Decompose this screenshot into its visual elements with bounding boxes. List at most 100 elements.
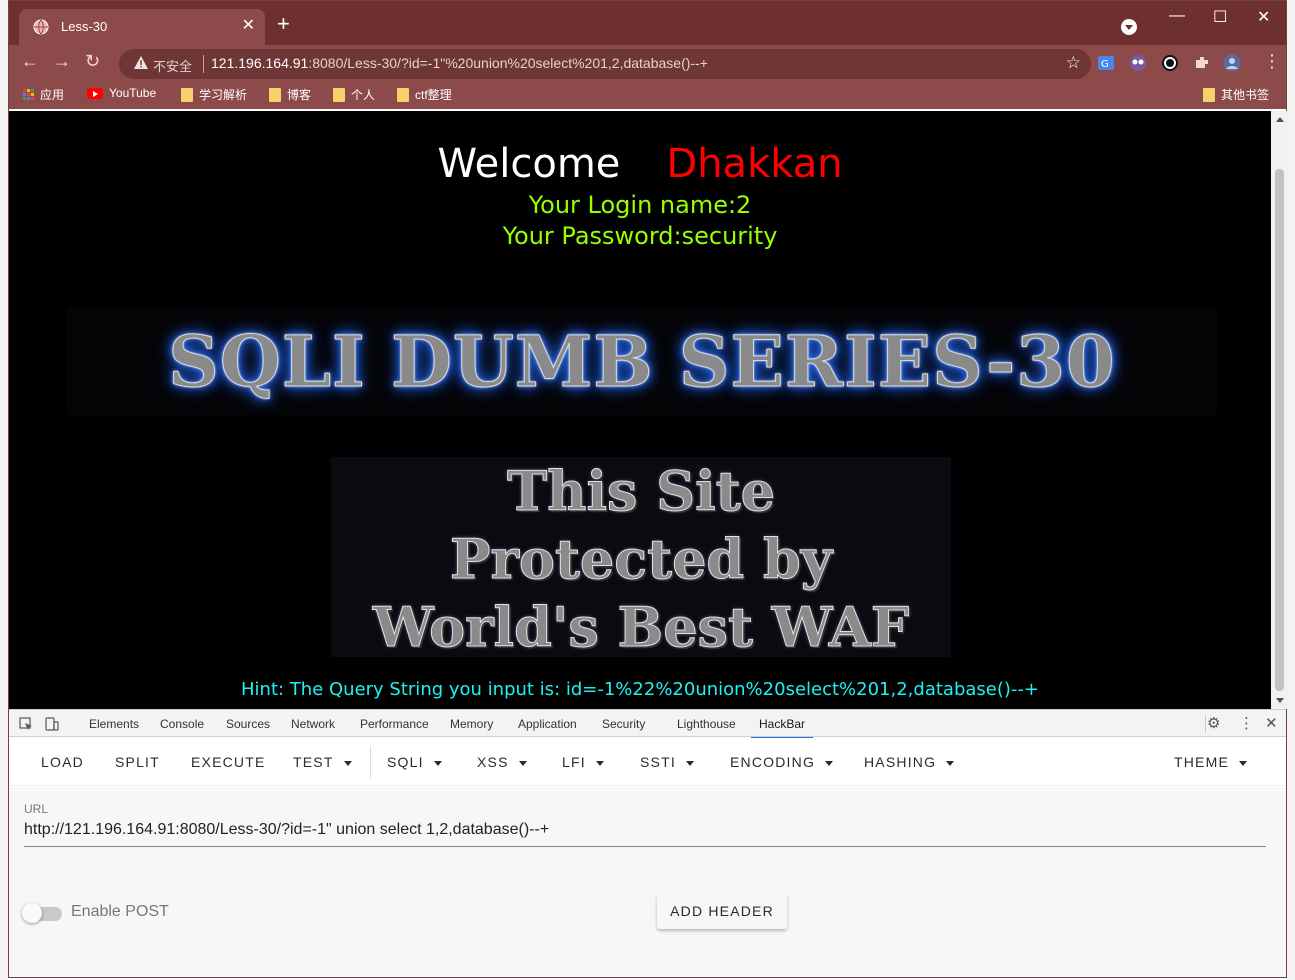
devtools-tabbar: Elements Console Sources Network Perform… [9, 709, 1286, 739]
caret-down-icon [518, 760, 527, 766]
url-input[interactable]: http://121.196.164.91:8080/Less-30/?id=-… [24, 821, 549, 839]
load-button[interactable]: LOAD [41, 754, 84, 770]
plus-icon[interactable]: + [277, 13, 290, 35]
bookmark-folder-1[interactable]: 学习解析 [181, 86, 247, 103]
bookmark-apps[interactable]: 应用 [23, 86, 64, 103]
xss-label: XSS [477, 754, 509, 770]
split-button[interactable]: SPLIT [115, 754, 160, 770]
divider [370, 746, 371, 778]
close-icon[interactable]: ✕ [242, 15, 255, 35]
star-icon[interactable]: ☆ [1066, 53, 1081, 73]
add-header-button[interactable]: ADD HEADER [657, 893, 787, 929]
more-options-icon[interactable]: ⋮ [1239, 714, 1254, 732]
minimize-icon[interactable]: — [1169, 7, 1185, 25]
divider [1205, 715, 1206, 733]
page-scrollbar[interactable] [1271, 111, 1288, 709]
login-name-text: Your Login name:2 [528, 191, 752, 219]
hashing-label: HASHING [864, 754, 937, 770]
lfi-menu-button[interactable]: LFI [562, 754, 604, 770]
insecure-label: 不安全 [153, 59, 193, 74]
waf-line-1: This Site [507, 459, 776, 524]
devtools-tab-lighthouse[interactable]: Lighthouse [677, 717, 736, 731]
avatar-icon[interactable] [1223, 54, 1241, 72]
devtools-tab-performance[interactable]: Performance [360, 717, 429, 731]
svg-text:G: G [1101, 59, 1109, 70]
caret-down-icon [685, 760, 694, 766]
theme-menu-button[interactable]: THEME [1174, 754, 1247, 770]
bookmark-folder-label: 个人 [351, 88, 376, 102]
welcome-heading: Welcome Dhakkan [9, 141, 1271, 187]
caret-down-icon [595, 760, 604, 766]
series-banner-image: SQLI DUMB SERIES-30 [67, 307, 1217, 415]
waf-image: This Site Protected by World's Best WAF [331, 457, 951, 660]
bookmark-other[interactable]: 其他书签 [1203, 86, 1269, 103]
ssti-menu-button[interactable]: SSTI [640, 754, 694, 770]
scroll-down-icon[interactable] [1276, 698, 1284, 703]
close-window-icon[interactable]: ✕ [1257, 7, 1270, 27]
url-path: :8080/Less-30/?id=-1"%20union%20select%2… [308, 55, 708, 71]
globe-icon [33, 19, 49, 35]
hackbar-panel: URL http://121.196.164.91:8080/Less-30/?… [9, 787, 1286, 977]
devtools-tab-hackbar[interactable]: HackBar [750, 717, 814, 739]
bookmark-folder-label: 博客 [287, 88, 312, 102]
device-icon[interactable] [45, 717, 59, 731]
url-host: 121.196.164.91 [211, 55, 309, 71]
bookmark-folder-label: 学习解析 [199, 88, 248, 102]
divider [203, 55, 204, 73]
waf-line-2: Protected by [449, 527, 833, 592]
folder-icon [181, 87, 193, 102]
maximize-icon[interactable]: ☐ [1213, 7, 1227, 27]
forward-icon[interactable]: → [53, 51, 71, 72]
circle-extension-icon[interactable] [1161, 54, 1179, 72]
tab-title: Less-30 [61, 19, 108, 34]
bookmark-folder-2[interactable]: 博客 [269, 86, 311, 103]
bookmark-folder-4[interactable]: ctf整理 [397, 86, 452, 103]
close-devtools-icon[interactable]: ✕ [1265, 714, 1278, 732]
reload-icon[interactable]: ↻ [85, 51, 100, 72]
execute-button[interactable]: EXECUTE [191, 754, 266, 770]
caret-down-icon [433, 760, 442, 766]
devtools-tab-elements[interactable]: Elements [89, 717, 139, 731]
menu-dots-icon[interactable]: ⋮ [1263, 51, 1281, 72]
hashing-menu-button[interactable]: HASHING [864, 754, 955, 770]
translate-icon[interactable]: G [1097, 54, 1115, 72]
devtools-tab-application[interactable]: Application [518, 717, 577, 731]
background-window-edge [0, 0, 8, 980]
browser-toolbar: ← → ↻ 不安全 121.196.164.91:8080/Less-30/?i… [9, 45, 1286, 81]
browser-tab[interactable]: Less-30 ✕ [19, 9, 265, 45]
sqli-menu-button[interactable]: SQLI [387, 754, 442, 770]
devtools-tab-network[interactable]: Network [291, 717, 335, 731]
url-text[interactable]: 121.196.164.91:8080/Less-30/?id=-1"%20un… [211, 55, 708, 71]
warning-icon [134, 56, 148, 69]
folder-icon [269, 87, 281, 102]
folder-icon [333, 87, 345, 102]
scroll-thumb[interactable] [1275, 169, 1284, 691]
bookmark-youtube[interactable]: YouTube [87, 86, 156, 100]
bookmark-youtube-label: YouTube [109, 86, 157, 100]
gear-icon[interactable]: ⚙ [1207, 714, 1220, 732]
encoding-menu-button[interactable]: ENCODING [730, 754, 834, 770]
bookmark-folder-3[interactable]: 个人 [333, 86, 375, 103]
bookmark-other-label: 其他书签 [1221, 88, 1270, 102]
scroll-up-icon[interactable] [1276, 117, 1284, 122]
devtools-tab-sources[interactable]: Sources [226, 717, 270, 731]
lfi-label: LFI [562, 754, 586, 770]
title-bar: Less-30 ✕ + — ☐ ✕ [9, 1, 1286, 45]
xss-menu-button[interactable]: XSS [477, 754, 527, 770]
address-bar[interactable]: 不安全 121.196.164.91:8080/Less-30/?id=-1"%… [119, 49, 1091, 79]
apps-grid-icon [23, 89, 34, 100]
page-viewport: Welcome Dhakkan Your Login name:2 Your Pa… [9, 111, 1271, 709]
devtools-tab-console[interactable]: Console [160, 717, 204, 731]
tab-search-icon[interactable] [1121, 19, 1137, 35]
hackbar-menu: LOAD SPLIT EXECUTE TEST SQLI XSS LFI SST… [9, 738, 1286, 786]
devtools-tab-memory[interactable]: Memory [450, 717, 493, 731]
test-menu-button[interactable]: TEST [293, 754, 352, 770]
test-label: TEST [293, 754, 334, 770]
devtools-tab-security[interactable]: Security [602, 717, 645, 731]
puzzle-icon[interactable] [1193, 54, 1211, 72]
inspect-icon[interactable] [19, 717, 33, 731]
extension-icon[interactable] [1129, 54, 1147, 72]
back-icon[interactable]: ← [21, 51, 39, 72]
welcome-name: Dhakkan [666, 141, 843, 187]
enable-post-toggle[interactable] [22, 903, 42, 923]
